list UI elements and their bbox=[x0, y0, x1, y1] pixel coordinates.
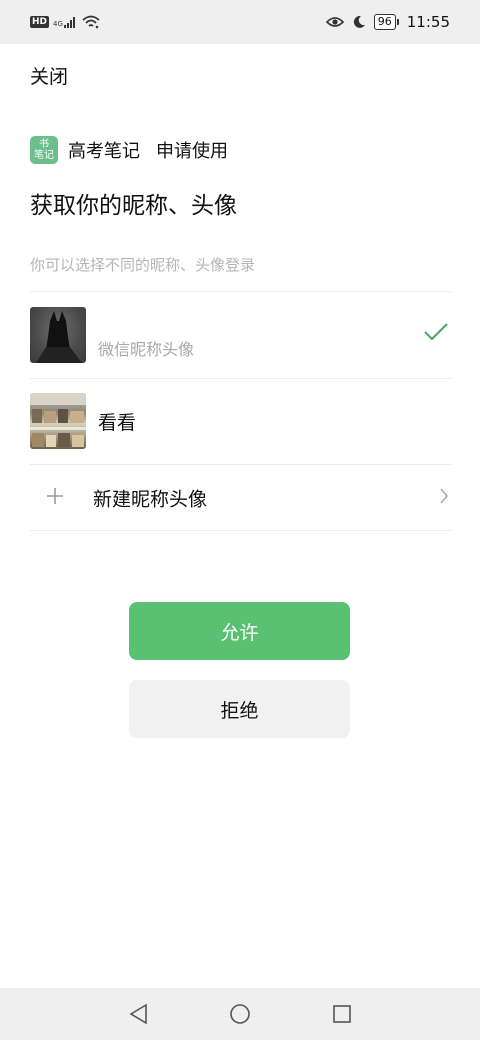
back-icon[interactable] bbox=[128, 1003, 148, 1025]
chevron-right-icon bbox=[439, 488, 449, 508]
eye-icon bbox=[325, 16, 344, 28]
option-label: 看看 bbox=[98, 411, 137, 434]
signal-icon: 4G bbox=[53, 16, 78, 28]
option-label: 微信昵称头像 bbox=[98, 340, 195, 359]
app-logo: 书 笔记 bbox=[30, 136, 58, 164]
avatar bbox=[30, 307, 86, 363]
option-wechat-profile[interactable]: 微信昵称头像 bbox=[30, 306, 451, 364]
deny-button[interactable]: 拒绝 bbox=[129, 680, 350, 738]
status-right: 96 11:55 bbox=[325, 13, 450, 31]
divider bbox=[30, 530, 451, 531]
app-info: 书 笔记 高考笔记 申请使用 bbox=[30, 134, 228, 166]
moon-icon bbox=[352, 15, 366, 29]
hd-badge: HD bbox=[30, 16, 50, 28]
status-bar: HD 4G 96 11:55 bbox=[0, 0, 480, 44]
page-title: 获取你的昵称、头像 bbox=[30, 193, 237, 219]
wifi-icon bbox=[82, 15, 100, 29]
app-logo-line1: 书 bbox=[39, 139, 49, 150]
plus-icon bbox=[46, 487, 64, 509]
new-profile-row[interactable]: 新建昵称头像 bbox=[30, 466, 451, 530]
app-name: 高考笔记 bbox=[68, 141, 140, 162]
battery-level: 96 bbox=[373, 14, 396, 30]
close-button[interactable]: 关闭 bbox=[30, 62, 68, 89]
divider bbox=[30, 464, 451, 465]
recents-icon[interactable] bbox=[332, 1004, 352, 1024]
page-subtitle: 你可以选择不同的昵称、头像登录 bbox=[30, 256, 256, 274]
avatar-shelf bbox=[30, 393, 86, 447]
app-logo-line2: 笔记 bbox=[34, 150, 54, 161]
navigation-bar bbox=[0, 988, 480, 1040]
new-profile-label: 新建昵称头像 bbox=[93, 488, 208, 511]
battery-tip bbox=[396, 19, 399, 25]
clock: 11:55 bbox=[406, 13, 450, 31]
battery-icon: 96 bbox=[373, 14, 399, 30]
avatar-figure bbox=[36, 311, 82, 363]
check-icon bbox=[423, 322, 449, 346]
allow-button[interactable]: 允许 bbox=[129, 602, 350, 660]
app-request-text: 申请使用 bbox=[156, 141, 228, 162]
network-type: 4G bbox=[53, 20, 63, 28]
avatar bbox=[30, 393, 86, 449]
divider bbox=[30, 291, 451, 292]
status-left: HD 4G bbox=[30, 15, 100, 29]
option-kankan[interactable]: 看看 bbox=[30, 392, 451, 450]
home-icon[interactable] bbox=[229, 1003, 251, 1025]
divider bbox=[30, 378, 451, 379]
